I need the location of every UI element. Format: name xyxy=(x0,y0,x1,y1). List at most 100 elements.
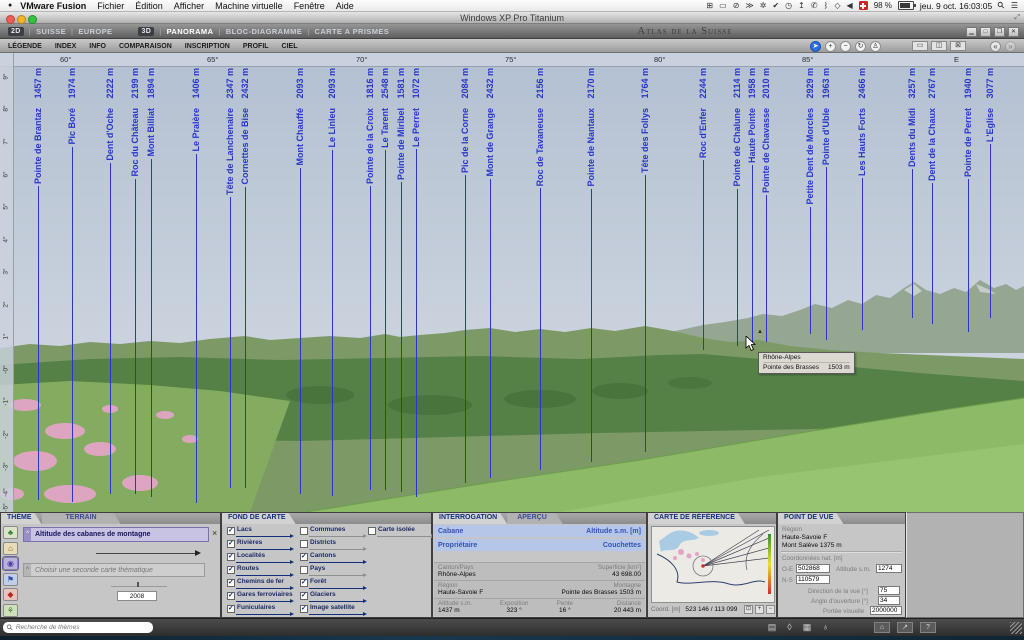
menu-index[interactable]: INDEX xyxy=(55,43,76,50)
extent-button[interactable]: ⊡ xyxy=(744,605,753,614)
layer-checkbox[interactable] xyxy=(227,592,235,600)
tab-point-de-vue[interactable]: POINT DE VUE xyxy=(778,513,843,524)
layer-checkbox[interactable] xyxy=(300,566,308,574)
layer-checkbox[interactable] xyxy=(300,592,308,600)
layer-opacity-slider[interactable] xyxy=(236,614,290,615)
dnd-icon[interactable]: ⊘ xyxy=(733,1,740,11)
zoom-out-map-button[interactable]: − xyxy=(766,605,775,614)
vm-window-titlebar[interactable]: Windows XP Pro Titanium ⤢ xyxy=(0,12,1024,24)
agriculture-icon[interactable]: ⚘ xyxy=(3,604,18,617)
mode-3d-badge[interactable]: 3D xyxy=(138,27,154,36)
layer-opacity-slider[interactable] xyxy=(236,575,290,576)
notification-center-icon[interactable]: ☰ xyxy=(1011,1,1018,10)
menubar-clock[interactable]: jeu. 9 oct. 16:03:05 xyxy=(920,1,992,11)
forward-icon[interactable]: ≫ xyxy=(745,1,753,11)
layer-checkbox[interactable] xyxy=(300,540,308,548)
nav-carte-a-prismes[interactable]: CARTE A PRISMES xyxy=(315,27,390,36)
spaces-icon[interactable]: ⊞ xyxy=(706,1,713,11)
nav-europe[interactable]: EUROPE xyxy=(78,27,112,36)
menu-machine-virtuelle[interactable]: Machine virtuelle xyxy=(215,1,283,11)
menu-fenetre[interactable]: Fenêtre xyxy=(294,1,325,11)
menu-comparaison[interactable]: COMPARAISON xyxy=(119,43,172,50)
theme-search-input[interactable] xyxy=(16,624,136,631)
theme-dropdown-primary[interactable]: ^ Altitude des cabanes de montagne xyxy=(23,527,209,542)
theme-transparency-slider[interactable] xyxy=(96,553,196,554)
layer-opacity-slider[interactable] xyxy=(309,562,363,563)
tab-theme[interactable]: THÈME xyxy=(1,513,42,524)
layer-checkbox[interactable] xyxy=(227,566,235,574)
menu-info[interactable]: INFO xyxy=(89,43,106,50)
query-field-row[interactable]: CabaneAltitude s.m. [m] xyxy=(434,525,645,539)
app-minimize-button[interactable]: ▁ xyxy=(966,27,977,37)
layer-opacity-slider[interactable] xyxy=(377,536,431,537)
layer-opacity-slider[interactable] xyxy=(236,536,290,537)
tab-carte-de-reference[interactable]: CARTE DE RÉFÉRENCE xyxy=(648,513,745,524)
viewpoint-tool-button[interactable]: ♙ xyxy=(870,41,881,52)
query-field-row[interactable]: PropriétaireCouchettes xyxy=(434,539,645,553)
tab-terrain[interactable]: TERRAIN xyxy=(42,513,121,524)
year-slider-handle[interactable] xyxy=(137,582,139,587)
shield-check-icon[interactable]: ✔ xyxy=(772,1,779,11)
keyboard-layout-swiss-icon[interactable] xyxy=(859,1,868,10)
vegetation-icon[interactable]: ♣ xyxy=(3,526,18,539)
layer-opacity-slider[interactable] xyxy=(236,562,290,563)
menu-aide[interactable]: Aide xyxy=(336,1,354,11)
layer-opacity-slider[interactable] xyxy=(236,549,290,550)
theme-search[interactable]: ⚲ xyxy=(3,622,153,633)
back-button[interactable]: « xyxy=(990,41,1001,52)
query-field-left[interactable]: Cabane xyxy=(438,528,463,535)
volume-icon[interactable]: ◀ xyxy=(847,1,853,11)
airport-icon[interactable]: ◇ xyxy=(834,1,840,11)
menu-legende[interactable]: LÉGENDE xyxy=(8,43,42,50)
app-close-button[interactable]: ✕ xyxy=(1008,27,1019,37)
rotate-tool-button[interactable]: ↻ xyxy=(855,41,866,52)
menu-edition[interactable]: Édition xyxy=(135,1,163,11)
layer-opacity-slider[interactable] xyxy=(236,588,290,589)
home-button[interactable]: ⌂ xyxy=(874,622,890,633)
display-icon[interactable]: ▭ xyxy=(719,1,727,11)
layer-checkbox[interactable] xyxy=(227,605,235,613)
theme-close-icon[interactable]: × xyxy=(212,529,217,538)
buildings-icon[interactable]: ⌂ xyxy=(3,542,18,555)
update-icon[interactable]: ↥ xyxy=(798,1,805,11)
export-icon[interactable]: ▤ xyxy=(768,622,777,633)
zoom-in-button[interactable]: + xyxy=(825,41,836,52)
year-slider[interactable] xyxy=(111,586,167,587)
theme-dropdown-secondary[interactable]: ^ Choisir une seconde carte thématique xyxy=(23,563,205,577)
altitude-input[interactable] xyxy=(876,564,902,573)
layer-checkbox[interactable] xyxy=(227,527,235,535)
collapse-icon[interactable]: ^ xyxy=(24,528,31,541)
app-maximize-button[interactable]: □ xyxy=(980,27,991,37)
link-button[interactable]: ↗ xyxy=(897,622,913,633)
view-direction-input[interactable] xyxy=(878,586,900,595)
globe-icon[interactable]: ♁ xyxy=(822,622,829,633)
layer-opacity-slider[interactable] xyxy=(236,601,290,602)
layer-opacity-slider[interactable] xyxy=(309,536,363,537)
phone-icon[interactable]: ✆ xyxy=(811,1,818,11)
layer-opacity-slider[interactable] xyxy=(309,549,363,550)
menu-profil[interactable]: PROFIL xyxy=(243,43,269,50)
layer-checkbox[interactable] xyxy=(300,605,308,613)
badge-icon[interactable]: ◊ xyxy=(787,622,791,633)
apple-menu-icon[interactable]: ● xyxy=(8,2,12,9)
fauna-icon[interactable]: ◉ xyxy=(3,557,18,570)
transport-icon[interactable]: ◆ xyxy=(3,588,18,601)
snowflake-icon[interactable]: ✲ xyxy=(760,1,767,11)
layer-opacity-slider[interactable] xyxy=(309,575,363,576)
layer-opacity-slider[interactable] xyxy=(309,601,363,602)
layer-checkbox[interactable] xyxy=(300,579,308,587)
menu-afficher[interactable]: Afficher xyxy=(174,1,204,11)
layer-checkbox[interactable] xyxy=(227,553,235,561)
print-icon[interactable]: ▦ xyxy=(803,622,812,633)
layout-bar-button[interactable]: ▭ xyxy=(912,41,928,51)
oe-input[interactable] xyxy=(796,564,830,573)
pan-tool-button[interactable]: ➤ xyxy=(810,41,821,52)
forward-button[interactable]: » xyxy=(1005,41,1016,52)
layer-opacity-slider[interactable] xyxy=(309,588,363,589)
layer-checkbox[interactable] xyxy=(227,540,235,548)
collapse-icon[interactable]: ^ xyxy=(24,564,31,576)
tab-apercu[interactable]: APERÇU xyxy=(507,513,563,524)
layer-checkbox[interactable] xyxy=(300,527,308,535)
visual-range-input[interactable] xyxy=(870,606,902,615)
query-field-right[interactable]: Couchettes xyxy=(603,542,641,549)
